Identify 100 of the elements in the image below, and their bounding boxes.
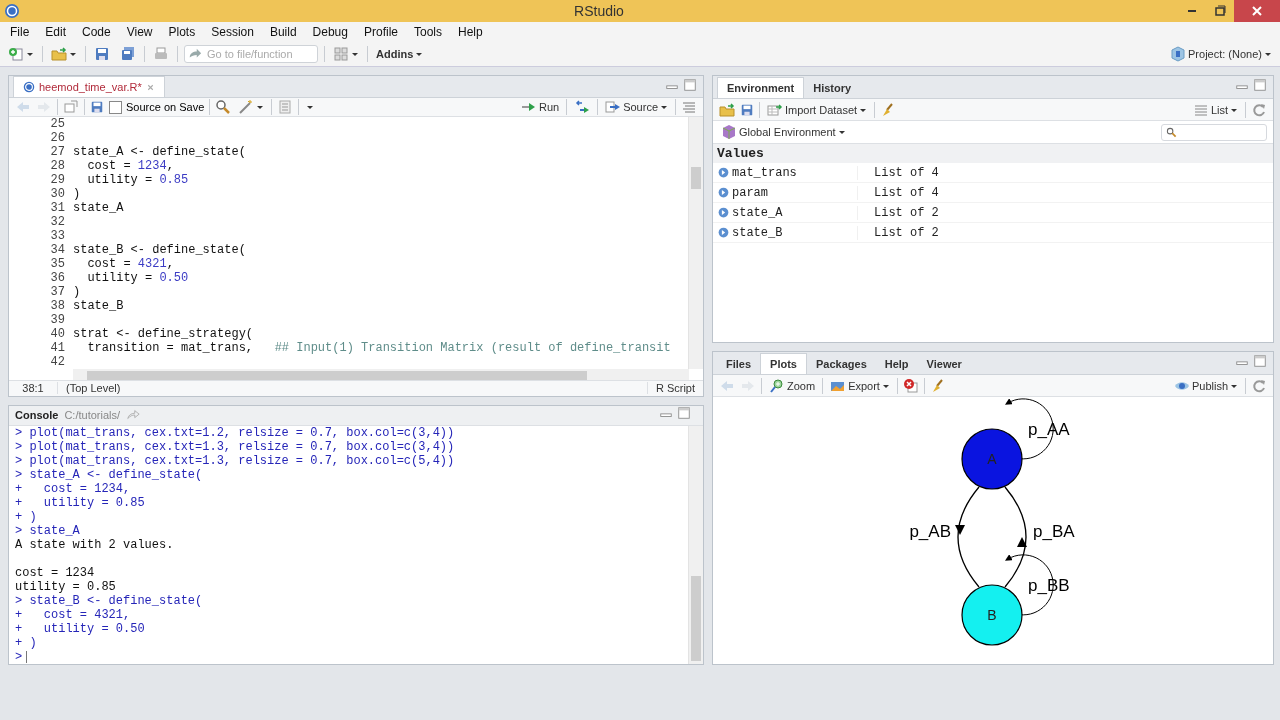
line-number: 38 [49,299,65,313]
cube-icon [721,124,737,140]
show-in-window-icon[interactable] [63,99,79,115]
save-icon[interactable] [740,102,754,117]
menu-item[interactable]: File [2,25,38,39]
scrollbar[interactable] [688,117,703,369]
command-text: > state_A [15,524,80,538]
code-line: ) [73,285,82,299]
close-icon[interactable] [145,82,155,92]
document-icon[interactable] [277,99,294,115]
pane-layout-button[interactable] [331,45,361,63]
expand-icon[interactable] [717,186,730,199]
code-line: ) [73,187,82,201]
environment-selector[interactable]: Global Environment [719,123,848,141]
pane-tab[interactable]: Viewer [917,353,971,375]
menu-item[interactable]: Session [203,25,262,39]
command-text: > state_B <- define_state( [15,594,203,608]
maximize-pane-icon[interactable] [1253,78,1267,92]
wand-icon [238,99,255,115]
view-mode-button[interactable]: List [1190,100,1240,119]
code-line: state_A [73,201,125,215]
search-icon[interactable] [215,99,232,115]
variable-name: state_A [732,205,783,220]
addins-button[interactable]: Addins [374,47,426,61]
menu-item[interactable]: Tools [406,25,450,39]
menu-item[interactable]: Edit [37,25,75,39]
outline-icon[interactable] [681,99,697,115]
menu-item[interactable]: View [118,25,161,39]
pane-tab[interactable]: Plots [760,353,807,375]
menu-item[interactable]: Debug [304,25,356,39]
scrollbar[interactable] [688,426,703,664]
file-type-selector[interactable]: R Script [646,382,703,395]
scope-selector[interactable]: (Top Level) [58,382,129,395]
open-folder-icon[interactable] [719,101,735,118]
pane-tab[interactable]: Files [717,353,761,375]
code-line: cost = 1234, [86,159,175,173]
variable-value: List of 4 [857,185,939,200]
expand-icon[interactable] [717,166,730,179]
output-text: A state with 2 values. [15,538,174,552]
working-directory: C:/tutorials/ [64,409,121,422]
search-field[interactable] [1161,123,1267,141]
menu-item[interactable]: Code [74,25,119,39]
maximize-pane-icon[interactable] [683,77,697,92]
caret-icon [351,50,359,58]
console-title: Console [15,409,59,422]
expand-icon[interactable] [717,226,730,239]
zoom-button[interactable]: Zoom [767,376,818,395]
code-line: utility = 0.50 [86,271,190,285]
new-file-button[interactable] [6,45,36,63]
command-text: + cost = 1234, [15,482,131,496]
pane-tab[interactable]: Help [875,353,918,375]
publish-button[interactable]: Publish [1171,376,1240,395]
caret-icon [26,50,34,58]
expand-icon[interactable] [717,206,730,219]
section-header: Values [713,144,1273,163]
line-number: 42 [49,355,65,369]
project-button[interactable]: Project: (None) [1168,45,1274,63]
pane-tab[interactable]: History [804,77,861,98]
delete-icon[interactable] [902,377,919,394]
command-text: + cost = 4321, [15,608,131,622]
maximize-pane-icon[interactable] [1253,354,1267,369]
export-button[interactable]: Export [828,376,892,395]
caret-icon [256,103,265,111]
scrollbar[interactable] [73,369,689,380]
go-to-file-field[interactable]: Go to file/function [184,45,318,63]
file-tab[interactable]: heemod_time_var.R* [13,76,165,97]
save-icon[interactable] [90,100,104,114]
pane-tab[interactable]: Packages [807,353,876,375]
menu-item[interactable]: Build [261,25,305,39]
close-button[interactable] [1234,0,1280,22]
import-dataset-button[interactable]: Import Dataset [765,100,870,119]
refresh-icon[interactable] [1251,377,1267,394]
rerun-icon [574,99,591,115]
open-file-button[interactable] [49,45,79,63]
menu-item[interactable]: Help [450,25,491,39]
variable-name: state_B [732,225,783,240]
console-prompt: > [15,650,23,664]
command-text: + ) [15,510,37,524]
command-text: + ) [15,636,37,650]
menu-item[interactable]: Profile [355,25,406,39]
refresh-icon[interactable] [1251,101,1267,118]
node-label: A [987,451,997,468]
run-button[interactable]: Run [518,98,562,116]
source-on-save-checkbox[interactable]: Source on Save [109,100,205,114]
menu-item[interactable]: Plots [160,25,204,39]
caret-icon [837,128,846,136]
source-button[interactable]: Source [603,98,670,116]
command-text: > plot(mat_trans, cex.txt=1.2, relsize = 0.7, box.col=c(3,4)) [15,426,455,440]
code-line: utility = 0.85 [86,173,190,187]
line-number: 32 [49,215,65,229]
variable-name: param [732,185,768,200]
code-line: state_B [73,299,125,313]
line-number: 26 [49,131,65,145]
save-all-icon [120,46,136,62]
line-number: 29 [49,173,65,187]
code-line: strat <- define_strategy( [73,327,255,341]
text-cursor [26,651,28,663]
line-number: 28 [49,159,65,173]
pane-tab[interactable]: Environment [717,77,805,98]
maximize-pane-icon[interactable] [677,406,691,421]
